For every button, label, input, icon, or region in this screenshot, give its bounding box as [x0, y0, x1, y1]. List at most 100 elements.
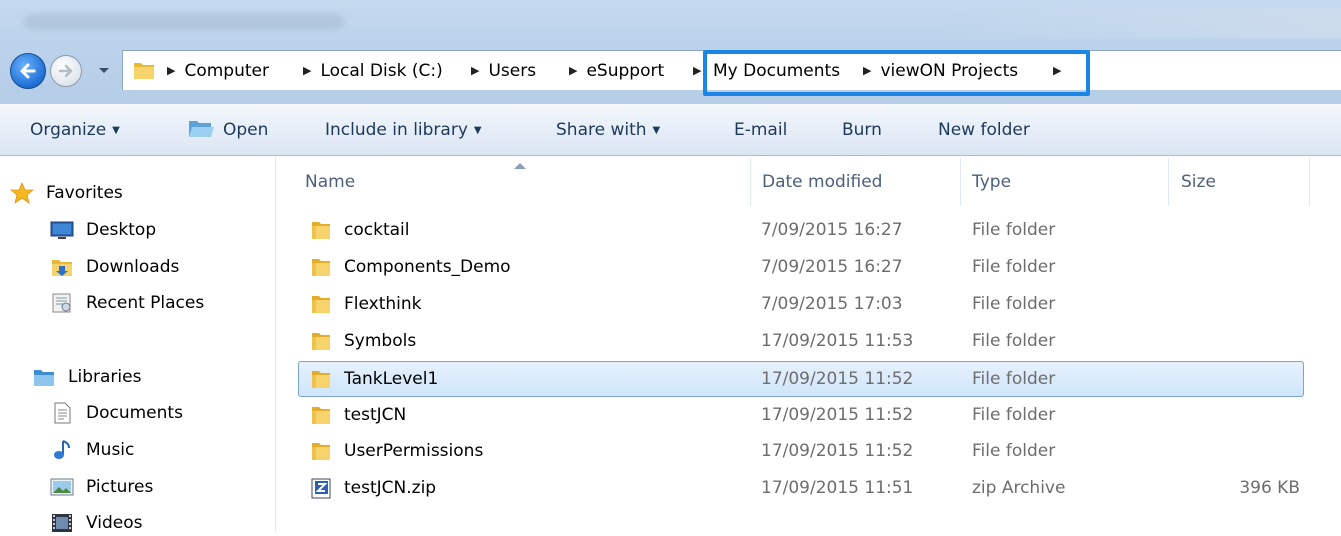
back-button[interactable]	[10, 53, 46, 89]
zip-archive-icon	[311, 478, 331, 499]
pane-divider[interactable]	[275, 156, 276, 532]
nav-pictures-label: Pictures	[86, 477, 154, 497]
file-type: File folder	[972, 331, 1056, 351]
file-name: Flexthink	[344, 294, 422, 314]
file-date: 17/09/2015 11:53	[761, 331, 914, 351]
organize-button[interactable]: Organize ▼	[30, 119, 120, 141]
file-date: 7/09/2015 16:27	[761, 257, 903, 277]
nav-pictures[interactable]: Pictures	[50, 474, 270, 500]
file-date: 7/09/2015 17:03	[761, 294, 903, 314]
share-with-label: Share with	[556, 120, 647, 140]
column-header-date-modified[interactable]: Date modified	[762, 170, 882, 194]
column-header-size[interactable]: Size	[1181, 170, 1216, 194]
file-row-components-demo[interactable]: Components_Demo 7/09/2015 16:27 File fol…	[298, 249, 1304, 285]
folder-icon	[312, 222, 330, 239]
column-header-date-label: Date modified	[762, 172, 883, 192]
file-type: File folder	[972, 220, 1056, 240]
folder-icon	[312, 259, 330, 276]
libraries-icon	[34, 370, 54, 386]
nav-desktop-label: Desktop	[86, 220, 157, 240]
new-folder-button[interactable]: New folder	[938, 119, 1030, 141]
open-label: Open	[223, 120, 269, 140]
nav-videos[interactable]: Videos	[50, 510, 270, 536]
column-separator[interactable]	[960, 158, 961, 206]
file-type: File folder	[972, 405, 1056, 425]
column-separator[interactable]	[1168, 158, 1169, 206]
column-header-type[interactable]: Type	[972, 170, 1011, 194]
forward-button[interactable]	[50, 55, 82, 87]
column-separator[interactable]	[1309, 158, 1310, 206]
nav-favorites-label: Favorites	[46, 183, 123, 203]
file-name: testJCN.zip	[344, 478, 437, 498]
file-name: cocktail	[344, 220, 410, 240]
annotation-highlight-box	[703, 50, 1090, 96]
nav-libraries-label: Libraries	[68, 367, 142, 387]
file-date: 7/09/2015 16:27	[761, 220, 903, 240]
file-row-tanklevel1[interactable]: TankLevel1 17/09/2015 11:52 File folder	[298, 361, 1304, 397]
file-type: zip Archive	[972, 478, 1066, 498]
nav-desktop[interactable]: Desktop	[50, 217, 270, 243]
star-icon	[10, 182, 34, 204]
open-folder-icon[interactable]	[187, 117, 215, 141]
documents-icon	[54, 402, 71, 424]
column-header-size-label: Size	[1181, 172, 1216, 192]
breadcrumb-local-disk[interactable]: ▶ Local Disk (C:)	[303, 60, 443, 82]
email-label: E-mail	[734, 120, 788, 140]
nav-recent-places[interactable]: Recent Places	[50, 290, 270, 316]
burn-button[interactable]: Burn	[842, 119, 882, 141]
breadcrumb-label: eSupport	[586, 61, 665, 81]
nav-libraries[interactable]: Libraries	[32, 364, 272, 390]
nav-music-label: Music	[86, 440, 135, 460]
file-row-userpermissions[interactable]: UserPermissions 17/09/2015 11:52 File fo…	[298, 433, 1304, 469]
music-note-icon	[54, 440, 70, 459]
desktop-icon	[50, 221, 74, 239]
back-arrow-icon	[20, 63, 36, 79]
nav-downloads[interactable]: Downloads	[50, 254, 270, 280]
email-button[interactable]: E-mail	[734, 119, 787, 141]
folder-icon	[134, 63, 154, 79]
folder-icon	[312, 407, 330, 424]
nav-music[interactable]: Music	[50, 437, 270, 463]
file-row-testjcn[interactable]: testJCN 17/09/2015 11:52 File folder	[298, 397, 1304, 433]
breadcrumb-esupport[interactable]: ▶ eSupport	[569, 60, 664, 82]
nav-favorites[interactable]: Favorites	[10, 180, 250, 206]
burn-label: Burn	[842, 120, 882, 140]
file-type: File folder	[972, 294, 1056, 314]
folder-icon	[312, 371, 330, 388]
file-name: UserPermissions	[344, 441, 484, 461]
breadcrumb-computer[interactable]: ▶ Computer	[167, 60, 269, 82]
folder-icon	[312, 443, 330, 460]
file-row-cocktail[interactable]: cocktail 7/09/2015 16:27 File folder	[298, 212, 1304, 248]
folder-icon	[312, 333, 330, 350]
chevron-down-icon: ▼	[112, 125, 120, 136]
include-in-library-button[interactable]: Include in library ▼	[325, 119, 482, 141]
file-type: File folder	[972, 369, 1056, 389]
nav-documents[interactable]: Documents	[50, 400, 270, 426]
file-name: TankLevel1	[344, 369, 439, 389]
recent-pages-dropdown-icon[interactable]	[96, 62, 112, 78]
file-date: 17/09/2015 11:52	[761, 405, 914, 425]
chevron-down-icon: ▼	[652, 125, 661, 136]
share-with-button[interactable]: Share with ▼	[556, 119, 660, 141]
file-size: 396 KB	[1239, 478, 1300, 498]
file-name: Symbols	[344, 331, 417, 351]
forward-arrow-icon	[58, 64, 73, 78]
chevron-down-icon: ▼	[473, 125, 482, 136]
nav-downloads-label: Downloads	[86, 257, 180, 277]
file-row-flexthink[interactable]: Flexthink 7/09/2015 17:03 File folder	[298, 286, 1304, 322]
column-header-name[interactable]: Name	[305, 170, 355, 194]
column-separator[interactable]	[750, 158, 751, 206]
sort-ascending-icon	[514, 163, 526, 169]
videos-icon	[52, 514, 72, 532]
breadcrumb-label: Local Disk (C:)	[320, 61, 443, 81]
file-row-testjcn-zip[interactable]: testJCN.zip 17/09/2015 11:51 zip Archive…	[298, 470, 1304, 506]
titlebar-glow	[940, 8, 1341, 38]
open-button[interactable]: Open	[223, 119, 268, 141]
breadcrumb-users[interactable]: ▶ Users	[471, 60, 536, 82]
file-date: 17/09/2015 11:51	[761, 478, 914, 498]
breadcrumb-label: Computer	[184, 61, 269, 81]
breadcrumb-label: Users	[488, 61, 537, 81]
file-row-symbols[interactable]: Symbols 17/09/2015 11:53 File folder	[298, 323, 1304, 359]
window-title	[24, 14, 344, 30]
recent-places-icon	[52, 293, 71, 313]
